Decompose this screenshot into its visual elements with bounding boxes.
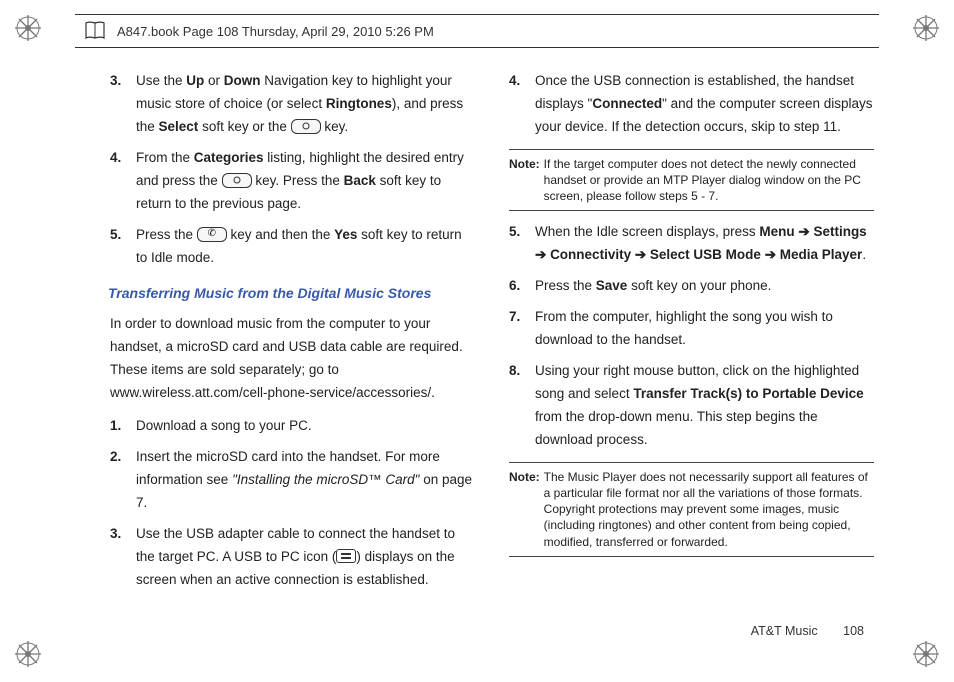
list-d: 5. When the Idle screen displays, press … — [509, 221, 874, 451]
corner-ornament-br — [908, 636, 944, 672]
column-right: 4. Once the USB connection is establishe… — [509, 70, 874, 622]
list-b: 1. Download a song to your PC. 2. Insert… — [110, 415, 475, 592]
corner-ornament-tl — [10, 10, 46, 46]
intro-paragraph: In order to download music from the comp… — [110, 313, 475, 405]
usb-pc-icon — [336, 549, 356, 563]
list-item: 1. Download a song to your PC. — [110, 415, 475, 438]
list-item: 3. Use the Up or Down Navigation key to … — [110, 70, 475, 139]
note-block: Note: If the target computer does not de… — [509, 149, 874, 212]
list-item: 2. Insert the microSD card into the hand… — [110, 446, 475, 515]
list-item: 4. From the Categories listing, highligh… — [110, 147, 475, 216]
page-body: 3. Use the Up or Down Navigation key to … — [110, 70, 874, 622]
list-item: 4. Once the USB connection is establishe… — [509, 70, 874, 139]
corner-ornament-bl — [10, 636, 46, 672]
corner-ornament-tr — [908, 10, 944, 46]
note-block: Note: The Music Player does not necessar… — [509, 462, 874, 557]
header-text: A847.book Page 108 Thursday, April 29, 2… — [117, 24, 434, 39]
section-title: Transferring Music from the Digital Musi… — [108, 282, 475, 306]
ok-key-icon — [291, 119, 321, 134]
list-item: 3. Use the USB adapter cable to connect … — [110, 523, 475, 592]
page-footer: AT&T Music 108 — [751, 624, 864, 638]
list-item: 5. When the Idle screen displays, press … — [509, 221, 874, 267]
book-icon — [83, 19, 107, 43]
footer-page-number: 108 — [843, 624, 864, 638]
ok-key-icon — [222, 173, 252, 188]
column-left: 3. Use the Up or Down Navigation key to … — [110, 70, 475, 622]
list-item: 7. From the computer, highlight the song… — [509, 306, 874, 352]
list-item: 8. Using your right mouse button, click … — [509, 360, 874, 452]
footer-section: AT&T Music — [751, 624, 818, 638]
page-header: A847.book Page 108 Thursday, April 29, 2… — [75, 14, 879, 48]
end-key-icon — [197, 227, 227, 242]
list-c: 4. Once the USB connection is establishe… — [509, 70, 874, 139]
list-a: 3. Use the Up or Down Navigation key to … — [110, 70, 475, 270]
list-item: 6. Press the Save soft key on your phone… — [509, 275, 874, 298]
list-item: 5. Press the key and then the Yes soft k… — [110, 224, 475, 270]
